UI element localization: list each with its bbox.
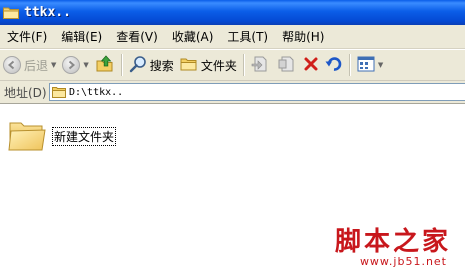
forward-button[interactable]: ▼ <box>59 52 91 78</box>
menu-help[interactable]: 帮助(H) <box>275 26 331 48</box>
window-title: ttkx.. <box>24 5 71 20</box>
folder-icon <box>8 118 46 155</box>
folder-icon <box>3 6 19 19</box>
back-dropdown-icon[interactable]: ▼ <box>51 61 56 69</box>
address-value: D:\ttkx.. <box>69 86 124 98</box>
up-folder-icon <box>95 54 115 77</box>
toolbar-separator <box>348 54 351 76</box>
title-bar: ttkx.. <box>0 0 465 25</box>
back-button[interactable]: 后退 ▼ <box>0 52 59 78</box>
up-button[interactable] <box>92 52 118 78</box>
views-icon <box>357 56 375 75</box>
move-to-button[interactable] <box>248 52 274 78</box>
undo-button[interactable] <box>322 52 346 78</box>
folder-name[interactable]: 新建文件夹 <box>51 127 117 146</box>
menu-bar: 文件(F) 编辑(E) 查看(V) 收藏(A) 工具(T) 帮助(H) <box>0 25 465 49</box>
address-bar: 地址(D) D:\ttkx.. <box>0 81 465 104</box>
folders-label: 文件夹 <box>200 58 237 73</box>
forward-dropdown-icon[interactable]: ▼ <box>83 61 88 69</box>
undo-icon <box>325 55 343 76</box>
watermark-logo: 脚本之家 <box>334 227 451 257</box>
forward-arrow-icon <box>62 56 81 74</box>
menu-favorites[interactable]: 收藏(A) <box>165 26 221 48</box>
menu-file[interactable]: 文件(F) <box>0 26 54 48</box>
move-to-icon <box>251 55 271 76</box>
search-icon <box>129 55 147 76</box>
toolbar: 后退 ▼ ▼ 搜索 文件夹 ▼ <box>0 49 465 81</box>
back-arrow-icon <box>3 56 21 74</box>
back-label: 后退 <box>24 58 49 73</box>
address-input[interactable]: D:\ttkx.. <box>49 83 465 101</box>
copy-to-button[interactable] <box>274 52 300 78</box>
folder-item[interactable]: 新建文件夹 <box>8 118 117 155</box>
toolbar-separator <box>120 54 123 76</box>
watermark-url: www.jb51.net <box>359 255 447 268</box>
delete-button[interactable] <box>300 52 322 78</box>
search-label: 搜索 <box>149 58 174 73</box>
toolbar-separator <box>242 54 245 76</box>
folders-icon <box>180 56 198 75</box>
views-dropdown-icon[interactable]: ▼ <box>378 61 383 69</box>
copy-to-icon <box>277 55 297 76</box>
search-button[interactable]: 搜索 <box>126 52 177 78</box>
folders-button[interactable]: 文件夹 <box>177 52 240 78</box>
folder-icon <box>50 86 66 98</box>
address-label: 地址(D) <box>4 85 47 100</box>
menu-edit[interactable]: 编辑(E) <box>54 26 109 48</box>
delete-icon <box>303 56 319 75</box>
menu-view[interactable]: 查看(V) <box>109 26 165 48</box>
views-button[interactable]: ▼ <box>354 52 386 78</box>
menu-tools[interactable]: 工具(T) <box>220 26 275 48</box>
